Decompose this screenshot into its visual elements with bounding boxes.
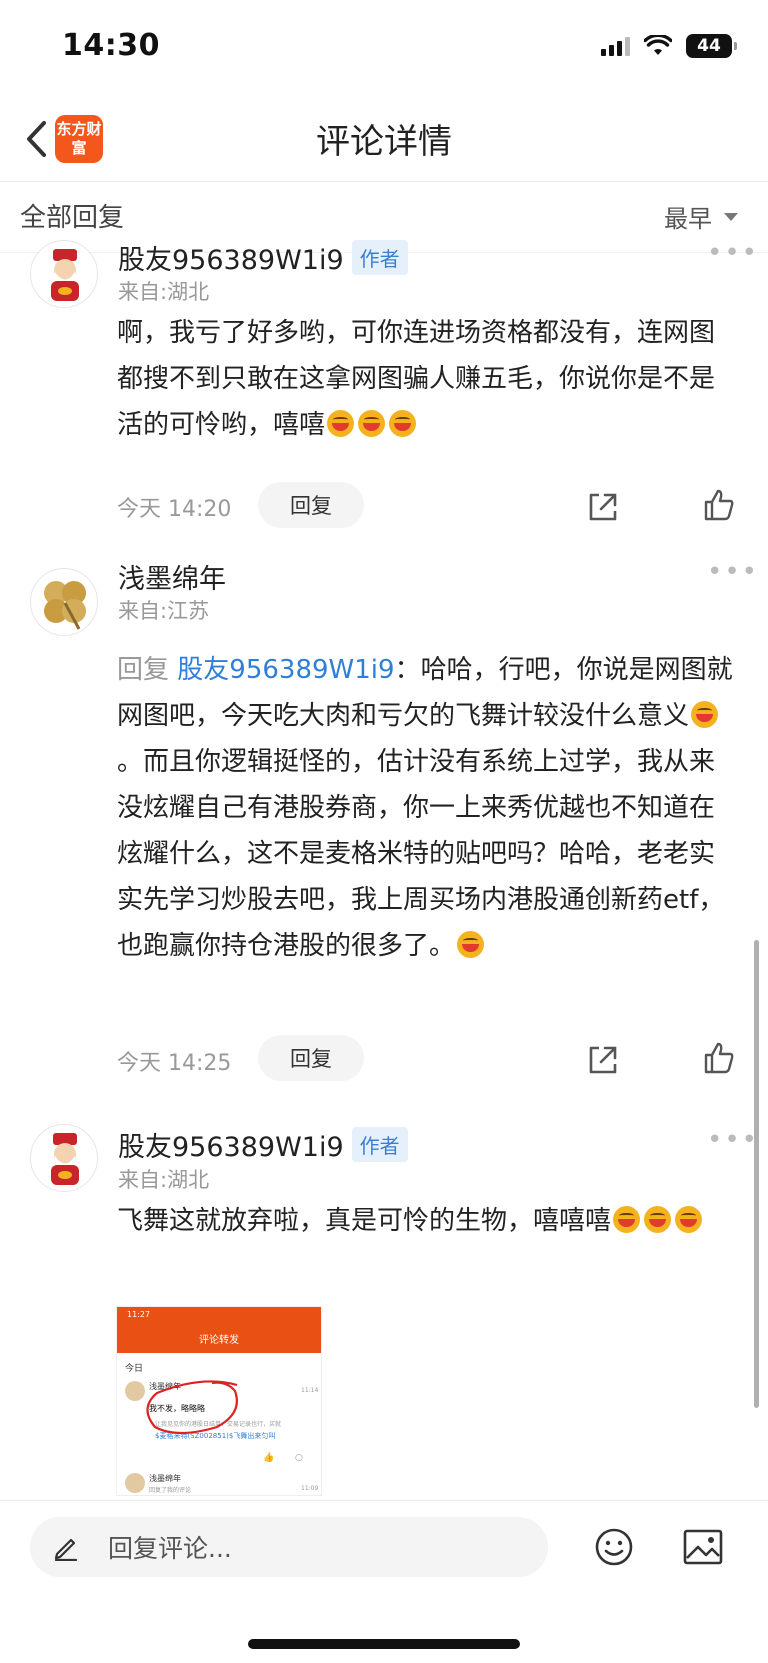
comment-text-content: 啊，我亏了好多哟，可你连进场资格都没有，连网图都搜不到只敢在这拿网图骗人赚五毛，…	[117, 318, 716, 440]
status-bar: 14:30 44	[0, 0, 768, 96]
fortune-god-avatar-icon	[51, 1133, 79, 1185]
thumb-sub: 回复了我的评论	[149, 1487, 192, 1494]
clover-avatar-icon	[44, 581, 86, 630]
comment-time: 今天 14:20	[117, 497, 232, 522]
reply-button[interactable]: 回复	[258, 1035, 364, 1081]
fortune-god-avatar-icon	[51, 249, 79, 301]
username-text: 浅墨绵年	[118, 564, 226, 595]
home-indicator	[248, 1639, 520, 1649]
thumb-body: 今日 浅墨绵年 11:14 我不发，略略略 让我见见你的港股日结单、交易记录也行…	[117, 1353, 321, 1495]
username-text: 股友956389W1i9	[118, 1132, 344, 1163]
reply-button[interactable]: 回复	[258, 482, 364, 528]
username-text: 股友956389W1i9	[118, 245, 344, 276]
reply-prefix: 回复	[117, 655, 170, 685]
laughing-emoji-icon	[691, 701, 719, 728]
status-icons: 44	[601, 34, 737, 58]
laughing-emoji-icon	[457, 931, 485, 958]
like-icon[interactable]	[702, 1041, 736, 1075]
thumb-title: 评论转发	[199, 1335, 239, 1346]
pen-icon	[54, 1538, 78, 1561]
laughing-emoji-icon	[358, 410, 386, 437]
page-title: 评论详情	[316, 122, 452, 162]
avatar[interactable]	[30, 1124, 98, 1192]
reply-input-placeholder: 回复评论...	[108, 1534, 232, 1563]
reply-input[interactable]: 回复评论...	[30, 1517, 548, 1577]
laughing-emoji-icon	[675, 1206, 703, 1233]
thumb-header: 11:27 评论转发	[117, 1307, 321, 1353]
laughing-emoji-icon	[613, 1206, 641, 1233]
wifi-icon	[644, 35, 672, 55]
more-options-icon[interactable]: •••	[707, 1125, 759, 1155]
laughing-emoji-icon	[644, 1206, 672, 1233]
thumb-like-icon: 👍	[263, 1453, 275, 1463]
sort-dropdown[interactable]: 最早	[664, 199, 738, 234]
comment-location: 来自:湖北	[118, 280, 210, 304]
comment-location: 来自:湖北	[118, 1168, 210, 1192]
bottom-bar: 回复评论...	[0, 1500, 768, 1663]
comment-username[interactable]: 股友956389W1i9 作者	[118, 1125, 408, 1164]
thumb-comment-icon: ○	[295, 1453, 303, 1463]
scrollbar[interactable]	[754, 940, 759, 1408]
comment-username[interactable]: 浅墨绵年	[118, 557, 226, 596]
cellular-signal-icon	[601, 36, 630, 56]
nav-bar: 东方财富 评论详情	[0, 96, 768, 182]
mention-link[interactable]: 股友956389W1i9	[177, 655, 394, 685]
author-badge: 作者	[351, 1127, 408, 1162]
attached-screenshot[interactable]: 11:27 评论转发 今日 浅墨绵年 11:14 我不发，略略略 让我见见你的港…	[116, 1306, 322, 1496]
comment-text: 飞舞这就放弃啦，真是可怜的生物，嘻嘻嘻	[117, 1198, 735, 1244]
avatar[interactable]	[30, 240, 98, 308]
comment-text-content: 飞舞这就放弃啦，真是可怜的生物，嘻嘻嘻	[117, 1206, 612, 1236]
more-options-icon[interactable]: •••	[707, 238, 759, 268]
sort-label: 最早	[664, 205, 712, 233]
all-replies-label: 全部回复	[20, 203, 125, 233]
status-time: 14:30	[62, 28, 160, 63]
comment-username[interactable]: 股友956389W1i9 作者	[118, 238, 408, 277]
thumb-time: 11:09	[301, 1485, 319, 1492]
avatar[interactable]	[30, 568, 98, 636]
comment-time: 今天 14:25	[117, 1051, 232, 1076]
like-icon[interactable]	[702, 488, 736, 522]
caret-down-icon	[724, 212, 738, 221]
battery-icon: 44	[686, 34, 737, 58]
image-button-icon[interactable]	[682, 1527, 724, 1567]
comment-text: 啊，我亏了好多哟，可你连进场资格都没有，连网图都搜不到只敢在这拿网图骗人赚五毛，…	[117, 310, 735, 448]
thumb-status-time: 11:27	[127, 1310, 151, 1319]
more-options-icon[interactable]: •••	[707, 557, 759, 587]
thumb-avatar	[125, 1473, 145, 1493]
laughing-emoji-icon	[327, 410, 355, 437]
emoji-button-icon[interactable]	[594, 1527, 634, 1567]
author-badge: 作者	[351, 240, 408, 275]
share-icon[interactable]	[586, 490, 620, 524]
red-circle-annotation	[146, 1380, 238, 1435]
thumb-name: 浅墨绵年	[149, 1474, 181, 1483]
comment-text: 回复 股友956389W1i9：哈哈，行吧，你说是网图就网图吧，今天吃大肉和亏欠…	[117, 647, 735, 969]
share-icon[interactable]	[586, 1043, 620, 1077]
laughing-emoji-icon	[389, 410, 417, 437]
comment-location: 来自:江苏	[118, 599, 210, 623]
comment-text-part: 。而且你逻辑挺怪的，估计没有系统上过学，我从来没炫耀自己有港股券商，你一上来秀优…	[117, 747, 725, 961]
